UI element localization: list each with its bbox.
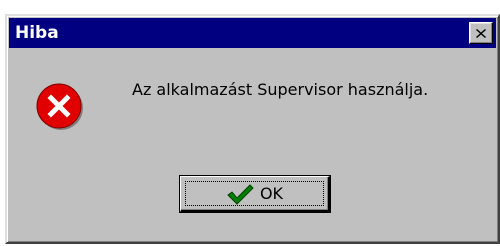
checkmark-icon	[227, 183, 254, 205]
dialog-message: Az alkalmazást Supervisor használja.	[132, 80, 429, 99]
ok-label: OK	[259, 184, 284, 203]
focus-rectangle: OK	[185, 181, 324, 206]
ok-button[interactable]: OK	[180, 176, 330, 212]
title-bar[interactable]: Hiba	[9, 18, 496, 48]
dialog-title: Hiba	[15, 23, 59, 43]
error-icon	[36, 83, 83, 130]
close-icon	[476, 28, 486, 38]
error-dialog: Hiba Az alkalmazást Supervisor használja…	[5, 14, 500, 244]
close-button[interactable]	[469, 22, 493, 44]
